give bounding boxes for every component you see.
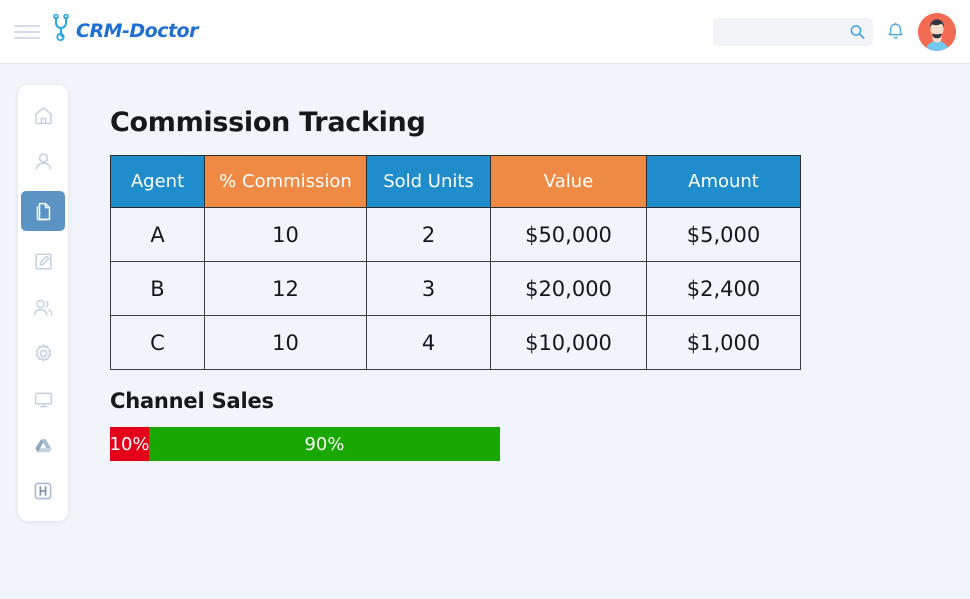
monitor-icon [33,389,54,410]
hamburger-icon[interactable] [14,22,40,42]
app-root: CRM-Doctor Commission Tracking Agent % C… [0,0,970,599]
channel-sales-bar: 10% 90% [110,427,500,461]
cell-commission: 10 [204,315,367,370]
cell-amount: $5,000 [646,207,801,262]
gear-icon [33,343,54,364]
column-header-agent[interactable]: Agent [110,155,205,208]
sidebar-item-settings[interactable] [21,337,65,369]
table-head: Agent % Commission Sold Units Value Amou… [110,155,801,208]
hamburger-line [14,36,40,39]
table-row: C 10 4 $10,000 $1,000 [110,315,801,370]
person-icon [33,151,54,172]
sidebar-item-hospital[interactable] [21,475,65,507]
bar-segment-green: 90% [149,427,500,461]
column-header-value[interactable]: Value [490,155,647,208]
sidebar-item-desktop[interactable] [21,383,65,415]
cell-sold-units: 3 [366,261,491,316]
cell-value: $10,000 [490,315,647,370]
table-row: B 12 3 $20,000 $2,400 [110,261,801,316]
main-content: Commission Tracking Agent % Commission S… [96,85,970,599]
sidebar [18,85,68,521]
home-icon [33,105,54,126]
cell-commission: 10 [204,207,367,262]
cell-commission: 12 [204,261,367,316]
cell-agent: C [110,315,205,370]
page-title: Commission Tracking [110,107,426,138]
column-header-sold-units[interactable]: Sold Units [366,155,491,208]
h-badge-icon [33,481,53,501]
drive-icon [33,435,54,456]
brand-name: CRM-Doctor [76,19,198,42]
stethoscope-icon [52,13,74,49]
users-group-icon [32,297,54,318]
sidebar-item-teams[interactable] [21,291,65,323]
channel-sales-title: Channel Sales [110,389,274,413]
bar-segment-red: 10% [110,427,150,461]
sidebar-item-contacts[interactable] [21,145,65,177]
search-input[interactable] [713,17,873,46]
cell-value: $50,000 [490,207,647,262]
table-header-row: Agent % Commission Sold Units Value Amou… [110,155,801,208]
sidebar-item-notes[interactable] [21,245,65,277]
cell-amount: $2,400 [646,261,801,316]
cell-agent: A [110,207,205,262]
search-icon[interactable] [850,24,865,39]
edit-square-icon [33,251,54,272]
sidebar-item-drive[interactable] [21,429,65,461]
hamburger-line [14,24,40,27]
sidebar-item-documents[interactable] [21,191,65,231]
table-row: A 10 2 $50,000 $5,000 [110,207,801,262]
top-bar: CRM-Doctor [0,0,970,64]
cell-value: $20,000 [490,261,647,316]
commission-table: Agent % Commission Sold Units Value Amou… [110,155,801,370]
hamburger-line [14,30,40,33]
column-header-amount[interactable]: Amount [646,155,801,208]
brand-logo[interactable]: CRM-Doctor [52,13,198,49]
cell-sold-units: 2 [366,207,491,262]
column-header-commission[interactable]: % Commission [204,155,367,208]
cell-agent: B [110,261,205,316]
cell-sold-units: 4 [366,315,491,370]
top-bar-actions [713,12,956,51]
table-body: A 10 2 $50,000 $5,000 B 12 3 $20,000 $2,… [110,207,801,370]
search-box[interactable] [713,17,873,46]
documents-icon [33,201,54,222]
commission-table-wrapper: Agent % Commission Sold Units Value Amou… [110,155,801,370]
bell-icon[interactable] [887,22,904,41]
avatar[interactable] [918,12,956,51]
sidebar-item-home[interactable] [21,99,65,131]
cell-amount: $1,000 [646,315,801,370]
